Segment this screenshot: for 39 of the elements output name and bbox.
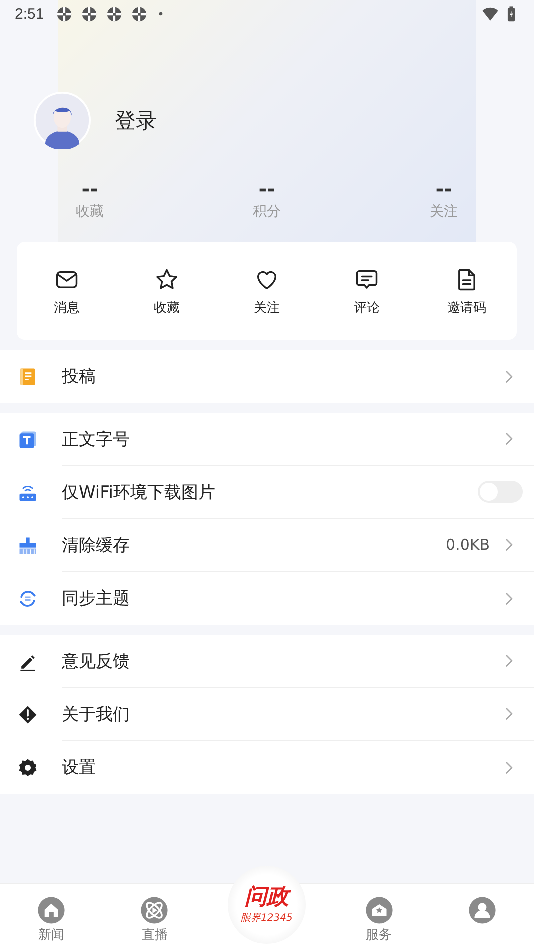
nav-tab[interactable]: 直播 xyxy=(124,896,185,944)
shortcut-button[interactable]: 关注 xyxy=(217,265,317,317)
login-link[interactable]: 登录 xyxy=(115,106,157,134)
menu-label: 投稿 xyxy=(62,366,97,388)
nav-tab[interactable]: 新闻 xyxy=(22,896,82,944)
settings-icon xyxy=(17,756,39,778)
wifi-icon xyxy=(482,6,499,22)
stat-value: -- xyxy=(436,177,452,201)
menu-item[interactable]: 仅WiFi环境下载图片 xyxy=(0,466,534,519)
avatar-icon[interactable] xyxy=(34,92,91,149)
person-icon xyxy=(468,896,497,925)
menu-label: 意见反馈 xyxy=(62,650,131,672)
menu-label: 关于我们 xyxy=(62,704,131,726)
menu-item[interactable]: 意见反馈 xyxy=(0,635,534,688)
shortcut-button[interactable]: 评论 xyxy=(317,265,417,317)
stat-value: -- xyxy=(82,177,98,201)
menu-item[interactable]: 关于我们 xyxy=(0,688,534,741)
menu-label: 正文字号 xyxy=(62,428,131,450)
shortcut-button[interactable]: 收藏 xyxy=(117,265,217,317)
menu-label: 清除缓存 xyxy=(62,534,131,556)
center-logo-button[interactable]: 问政 眼界12345 xyxy=(228,866,306,944)
shortcut-button[interactable]: 邀请码 xyxy=(417,265,517,317)
stat-value: -- xyxy=(258,177,276,201)
home-icon xyxy=(37,896,66,925)
status-time: 2:51 xyxy=(15,6,44,22)
building-icon xyxy=(364,896,394,925)
exclamation-icon xyxy=(17,704,39,726)
menu-item[interactable]: 设置 xyxy=(0,741,534,794)
menu-item[interactable]: 清除缓存 0.0KB xyxy=(0,519,534,572)
menu-label: 同步主题 xyxy=(62,588,131,610)
menu-label: 设置 xyxy=(62,757,97,779)
play-icon xyxy=(140,896,170,925)
shortcut-button[interactable]: 消息 xyxy=(17,265,117,317)
menu-item[interactable]: 投稿 xyxy=(0,350,534,403)
nav-tab[interactable]: 服务 xyxy=(349,896,410,944)
cache-size: 0.0KB xyxy=(446,536,490,554)
menu-item[interactable]: 同步主题 xyxy=(0,572,534,625)
menu-item[interactable]: 正文字号 xyxy=(0,413,534,466)
menu-label: 仅WiFi环境下载图片 xyxy=(62,482,216,504)
